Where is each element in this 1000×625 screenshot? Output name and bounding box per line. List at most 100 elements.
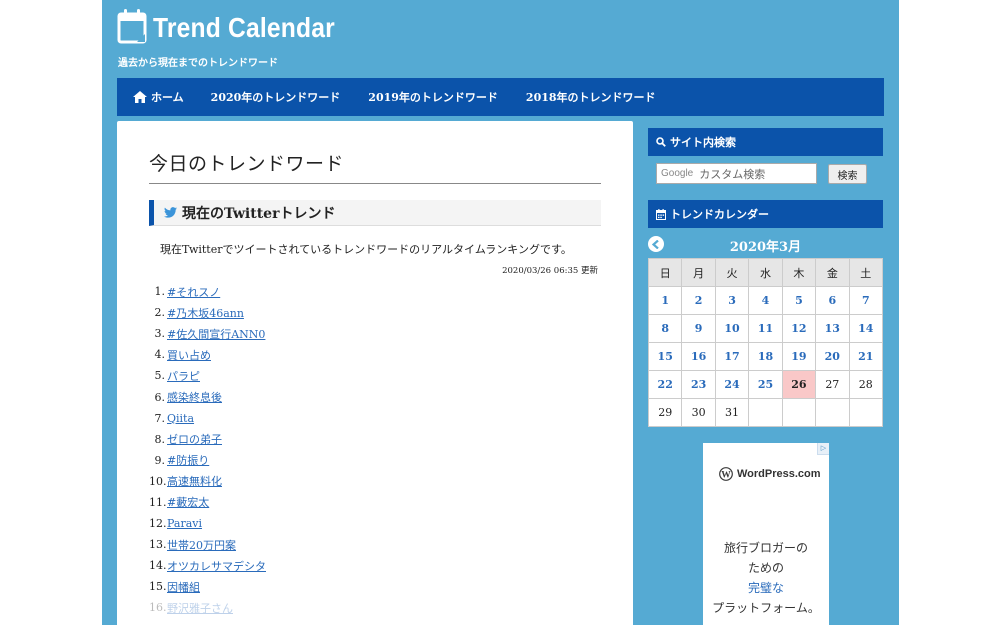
calendar-day-link[interactable]: 23 [681,370,716,399]
trend-list-item: 13. 世帯20万円案 [149,534,266,555]
calendar-day-link[interactable]: 6 [815,286,850,315]
calendar-day-link[interactable]: 11 [748,314,783,343]
calendar-day-link[interactable]: 20 [815,342,850,371]
calendar-day-link[interactable]: 1 [647,286,683,315]
calendar-day-link[interactable]: 13 [815,314,850,343]
trend-list-item: 9. #防振り [149,450,266,471]
calendar-day-link[interactable]: 3 [714,286,750,315]
trend-rank: 2. [154,306,166,320]
trend-link[interactable]: 野沢雅子さん [167,600,233,616]
trend-rank: 14. [149,559,167,573]
nav-item-label: 2018年のトレンドワード [525,91,656,104]
trend-link[interactable]: オツカレサマデシタ [167,558,266,574]
calendar-day-link[interactable]: 24 [714,370,750,399]
calendar-weekday: 木 [781,258,817,287]
calendar-day: 31 [714,398,750,427]
trend-rank: 10. [149,474,167,488]
trend-link[interactable]: #藪宏太 [167,494,209,510]
calendar-table: 日月火水木金土 1 2 3 4 5 6 7 8 9 10 11 12 13 14 15 16 17 18 19 20 2… [647,258,884,427]
page-title: 今日のトレンドワード [149,149,601,184]
trend-link[interactable]: Qiita [167,412,194,425]
calendar-icon [656,208,666,220]
calendar-heading-label: トレンドカレンダー [670,208,769,221]
calendar-heading: トレンドカレンダー [648,200,883,228]
calendar-day-link[interactable]: 12 [781,314,817,343]
ad-choices-icon[interactable]: ▷ [817,443,829,455]
trend-link[interactable]: 世帯20万円案 [167,537,236,553]
calendar-day-link[interactable]: 2 [681,286,716,315]
calendar-logo-icon [117,8,147,48]
calendar-day-link[interactable]: 25 [748,370,783,399]
trend-link[interactable]: #乃木坂46ann [167,305,244,321]
trend-rank: 6. [154,390,166,404]
twitter-bird-icon [164,207,177,218]
trend-rank: 5. [154,369,166,383]
calendar-day: 29 [647,398,683,427]
nav-item-label: 2019年のトレンドワード [368,91,498,104]
trend-rank: 12. [149,517,167,531]
calendar-day-link[interactable]: 16 [681,342,716,371]
previous-month-icon[interactable] [648,236,664,252]
search-placeholder: カスタム検索 [699,167,766,181]
trend-rank: 3. [154,327,166,341]
trend-link[interactable]: #防振り [167,452,209,468]
calendar-day-link[interactable]: 15 [647,342,683,371]
calendar-day-link[interactable]: 17 [714,342,750,371]
calendar-day-link[interactable]: 22 [647,370,683,399]
calendar-weekday: 月 [681,258,716,287]
trend-list-item: 11. #藪宏太 [149,492,266,513]
google-brand-label: Google [661,168,694,179]
trend-link[interactable]: 高速無料化 [167,473,222,489]
trend-link[interactable]: 因幡組 [167,579,200,595]
calendar-month-bar: 2020年3月 [648,234,883,256]
trend-link[interactable]: ゼロの弟子 [167,431,222,447]
site-logo[interactable]: Trend Calendar [117,8,360,48]
trend-rank: 16. [149,601,167,615]
search-input[interactable]: Google カスタム検索 [656,163,817,184]
calendar-day-link[interactable]: 10 [714,314,750,343]
search-heading-label: サイト内検索 [670,136,736,149]
trend-link[interactable]: パラピ [167,368,200,384]
calendar-day-link[interactable]: 7 [848,286,884,315]
trend-link[interactable]: Paravi [167,517,202,530]
calendar-day-link[interactable]: 19 [781,342,817,371]
main-navigation: ホーム 2020年のトレンドワード 2019年のトレンドワード 2018年のトレ… [117,78,884,116]
trend-list: 1. #それスノ 2. #乃木坂46ann 3. #佐久間宣行ANN0 4. 買い占め 5. パラ… [149,281,266,619]
calendar-empty-cell [748,398,783,427]
trend-link[interactable]: 買い占め [167,347,211,363]
nav-item-home[interactable]: ホーム [133,89,184,105]
trend-list-item: 3. #佐久間宣行ANN0 [149,323,266,344]
calendar-empty-cell [781,398,817,427]
trend-list-item: 16. 野沢雅子さん [149,597,266,618]
svg-text:W: W [721,470,731,480]
calendar-day-link[interactable]: 18 [748,342,783,371]
calendar-weekday: 日 [647,258,683,287]
calendar-weekday: 土 [848,258,884,287]
calendar-weekday-row: 日月火水木金土 [647,258,884,287]
trend-list-item: 14. オツカレサマデシタ [149,555,266,576]
calendar-day-link[interactable]: 5 [781,286,817,315]
calendar-day-link[interactable]: 14 [848,314,884,343]
trend-link[interactable]: #それスノ [167,284,220,300]
nav-item-2019[interactable]: 2019年のトレンドワード [368,89,498,105]
trend-rank: 13. [149,538,167,552]
site-tagline: 過去から現在までのトレンドワード [118,58,278,69]
calendar-empty-cell [815,398,850,427]
calendar-week-row: 29 30 31 [647,398,884,427]
trend-link[interactable]: 感染終息後 [167,389,222,405]
advertisement[interactable]: ▷ W WordPress.com 旅行ブロガーの ための 完璧な プラットフォ… [703,443,829,625]
calendar-day-link[interactable]: 8 [647,314,683,343]
trend-rank: 11. [149,495,167,509]
calendar-day-link[interactable]: 21 [848,342,884,371]
calendar-day-link[interactable]: 4 [748,286,783,315]
nav-item-2018[interactable]: 2018年のトレンドワード [526,89,656,105]
trend-link[interactable]: #佐久間宣行ANN0 [167,326,265,342]
calendar-week-row: 8 9 10 11 12 13 14 [647,314,884,343]
nav-item-2020[interactable]: 2020年のトレンドワード [211,89,341,105]
search-button[interactable]: 検索 [828,164,867,184]
trend-rank: 8. [154,432,166,446]
calendar-day: 28 [848,370,884,399]
calendar-day-link[interactable]: 9 [681,314,716,343]
search-icon [656,137,666,147]
nav-item-label: 2020年のトレンドワード [210,91,341,104]
